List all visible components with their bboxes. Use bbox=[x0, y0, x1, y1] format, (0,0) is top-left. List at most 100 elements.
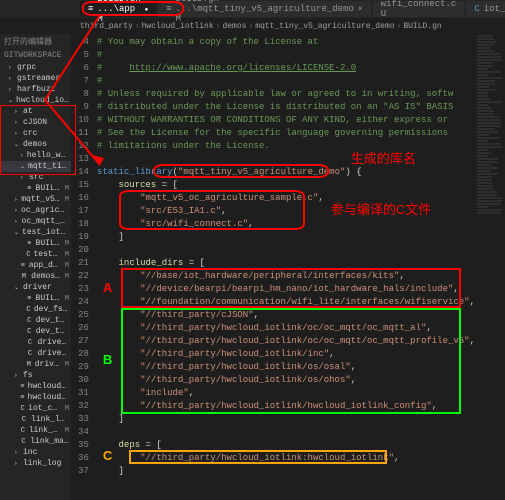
sidebar-item[interactable]: Ciot_config.hM bbox=[0, 403, 71, 414]
code-line[interactable]: ] bbox=[97, 413, 475, 426]
code-line[interactable]: # WITHOUT WARRANTIES OR CONDITIONS OF AN… bbox=[97, 114, 475, 127]
breadcrumb-part[interactable]: demos bbox=[222, 22, 246, 31]
breadcrumb-part[interactable]: mqtt_tiny_v5_agriculture_demo bbox=[255, 22, 394, 31]
code-line[interactable]: "//third_party/hwcloud_iotlink/oc/oc_mqt… bbox=[97, 335, 475, 348]
code-line[interactable]: "//third_party/hwcloud_iotlink/os/osal", bbox=[97, 361, 475, 374]
sidebar-item[interactable]: ⌄mqtt_tiny_v... bbox=[0, 161, 71, 172]
sidebar-item[interactable]: ›gstreamer bbox=[0, 73, 71, 84]
sidebar-item-label: test_iotlink bbox=[22, 228, 69, 237]
sidebar-item[interactable]: ›oc_mqtt_de... bbox=[0, 216, 71, 227]
code-line[interactable]: "//foundation/communication/wifi_lite/in… bbox=[97, 296, 475, 309]
sidebar-item[interactable]: Clink_main.cM bbox=[0, 425, 71, 436]
git-status-badge: M bbox=[65, 405, 69, 413]
code-line[interactable] bbox=[97, 153, 475, 166]
explorer-sidebar[interactable]: 打开的编辑器 GITWORKSPACE ›grpc›gstreamer›harf… bbox=[0, 34, 71, 500]
sidebar-item[interactable]: Cdriver.c bbox=[0, 337, 71, 348]
sidebar-item[interactable]: ⌄hwcloud_iotlink bbox=[0, 95, 71, 106]
git-status-badge: M bbox=[65, 295, 69, 303]
chevron-icon: › bbox=[14, 207, 18, 214]
tab-close-icon[interactable]: × bbox=[358, 5, 363, 14]
sidebar-item[interactable]: Clink_main.h bbox=[0, 436, 71, 447]
sidebar-item[interactable]: ›mqtt_v5_o...M bbox=[0, 194, 71, 205]
line-number-gutter: 4567891011121314151617181920212223242526… bbox=[71, 34, 93, 500]
sidebar-item[interactable]: ›inc bbox=[0, 447, 71, 458]
code-line[interactable]: "//third_party/hwcloud_iotlink/inc", bbox=[97, 348, 475, 361]
breadcrumb-part[interactable]: BUILD.gn bbox=[403, 22, 441, 31]
sidebar-item-label: hello_world... bbox=[27, 151, 69, 160]
sidebar-item[interactable]: Cdriver.h bbox=[0, 348, 71, 359]
code-line[interactable]: "//device/bearpi/bearpi_hm_nano/iot_hard… bbox=[97, 283, 475, 296]
code-line[interactable]: # Unless required by applicable law or a… bbox=[97, 88, 475, 101]
sidebar-item[interactable]: Mdriver.mkM bbox=[0, 359, 71, 370]
code-line[interactable]: "//third_party/hwcloud_iotlink/oc/oc_mqt… bbox=[97, 322, 475, 335]
sidebar-item[interactable]: ›link_log bbox=[0, 458, 71, 469]
code-line[interactable] bbox=[97, 426, 475, 439]
minimap[interactable] bbox=[475, 34, 505, 500]
line-number: 23 bbox=[71, 283, 89, 296]
sidebar-item[interactable]: ›cJSON bbox=[0, 117, 71, 128]
sidebar-item[interactable]: ≡app_demo...M bbox=[0, 260, 71, 271]
sidebar-item[interactable]: ›oc_agricultu... bbox=[0, 205, 71, 216]
sidebar-item-label: driver.c bbox=[37, 338, 68, 347]
code-editor[interactable]: 4567891011121314151617181920212223242526… bbox=[71, 34, 505, 500]
sidebar-item[interactable]: ›fs bbox=[0, 370, 71, 381]
code-line[interactable]: # limitations under the License. bbox=[97, 140, 475, 153]
tab-build-gn-mqtt[interactable]: ≡ BUILD.gn ...\mqtt_tiny_v5_agriculture_… bbox=[158, 1, 370, 17]
sidebar-item[interactable]: ›crc bbox=[0, 128, 71, 139]
sidebar-item[interactable]: ≡hwcloud_iotli... bbox=[0, 381, 71, 392]
code-line[interactable]: "src/wifi_connect.c", bbox=[97, 218, 475, 231]
code-line[interactable]: "//base/iot_hardware/peripheral/interfac… bbox=[97, 270, 475, 283]
code-line[interactable]: "//third_party/cJSON", bbox=[97, 309, 475, 322]
code-line[interactable]: # See the License for the specific langu… bbox=[97, 127, 475, 140]
code-line[interactable]: ] bbox=[97, 465, 475, 478]
code-line[interactable]: # You may obtain a copy of the License a… bbox=[97, 36, 475, 49]
workspace-header[interactable]: GITWORKSPACE bbox=[0, 49, 71, 62]
code-line[interactable]: include_dirs = [ bbox=[97, 257, 475, 270]
sidebar-item[interactable]: Cdev_test.c bbox=[0, 326, 71, 337]
sidebar-item[interactable]: ⌄demos bbox=[0, 139, 71, 150]
code-line[interactable]: "//third_party/hwcloud_iotlink/os/ohos", bbox=[97, 374, 475, 387]
file-icon: M bbox=[27, 361, 32, 369]
code-line[interactable]: # distributed under the License is distr… bbox=[97, 101, 475, 114]
code-line[interactable]: "//third_party/hwcloud_iotlink:hwcloud_i… bbox=[97, 452, 475, 465]
sidebar-item-label: driver.h bbox=[37, 349, 68, 358]
sidebar-item[interactable]: ›hello_world... bbox=[0, 150, 71, 161]
open-editors-header[interactable]: 打开的编辑器 bbox=[0, 34, 71, 49]
sidebar-item[interactable]: ›grpc bbox=[0, 62, 71, 73]
sidebar-item[interactable]: ≡hwcloud_iotli... bbox=[0, 392, 71, 403]
sidebar-item[interactable]: ⌄test_iotlink bbox=[0, 227, 71, 238]
breadcrumb-part[interactable]: hwcloud_iotlink bbox=[142, 22, 214, 31]
breadcrumb-part[interactable]: third_party bbox=[80, 22, 133, 31]
sidebar-item[interactable]: ›at bbox=[0, 106, 71, 117]
sidebar-item[interactable]: Mdemos.mkM bbox=[0, 271, 71, 282]
code-line[interactable]: # bbox=[97, 49, 475, 62]
sidebar-item[interactable]: ⌄driver bbox=[0, 282, 71, 293]
code-line[interactable]: "//third_party/hwcloud_iotlink/hwcloud_i… bbox=[97, 400, 475, 413]
sidebar-item[interactable]: ≡BUILD.gnM bbox=[0, 183, 71, 194]
sidebar-item[interactable]: ›harfbuzz bbox=[0, 84, 71, 95]
tab-wifi-connect[interactable]: wifi_connect.c U bbox=[373, 1, 465, 17]
line-number: 5 bbox=[71, 49, 89, 62]
code-line[interactable]: ] bbox=[97, 231, 475, 244]
tab-build-gn-app[interactable]: ≡ BUILD.gn ...\app M ● bbox=[80, 1, 156, 17]
code-line[interactable]: # bbox=[97, 75, 475, 88]
sidebar-item[interactable]: ≡BUILD.gnM bbox=[0, 238, 71, 249]
code-line[interactable]: "mqtt_v5_oc_agriculture_sample.c", bbox=[97, 192, 475, 205]
file-icon: C bbox=[26, 251, 30, 259]
code-content[interactable]: # You may obtain a copy of the License a… bbox=[93, 34, 475, 500]
code-line[interactable]: "src/E53_IA1.c", bbox=[97, 205, 475, 218]
sidebar-item[interactable]: ≡BUILD.gnM bbox=[0, 293, 71, 304]
sidebar-item-label: BUILD.gn bbox=[36, 239, 62, 248]
sidebar-item[interactable]: ›src bbox=[0, 172, 71, 183]
sidebar-item[interactable]: Cdev_test.c bbox=[0, 315, 71, 326]
code-line[interactable]: deps = [ bbox=[97, 439, 475, 452]
tab-iot-config[interactable]: C iot_config.h ● bbox=[466, 1, 505, 17]
code-line[interactable] bbox=[97, 244, 475, 257]
code-line[interactable]: sources = [ bbox=[97, 179, 475, 192]
sidebar-item[interactable]: Clink_log.c bbox=[0, 414, 71, 425]
sidebar-item[interactable]: Ctest_main.cM bbox=[0, 249, 71, 260]
sidebar-item[interactable]: Cdev_fs_test.c bbox=[0, 304, 71, 315]
code-line[interactable]: # http://www.apache.org/licenses/LICENSE… bbox=[97, 62, 475, 75]
code-line[interactable]: "include", bbox=[97, 387, 475, 400]
code-line[interactable]: static_library("mqtt_tiny_v5_agriculture… bbox=[97, 166, 475, 179]
